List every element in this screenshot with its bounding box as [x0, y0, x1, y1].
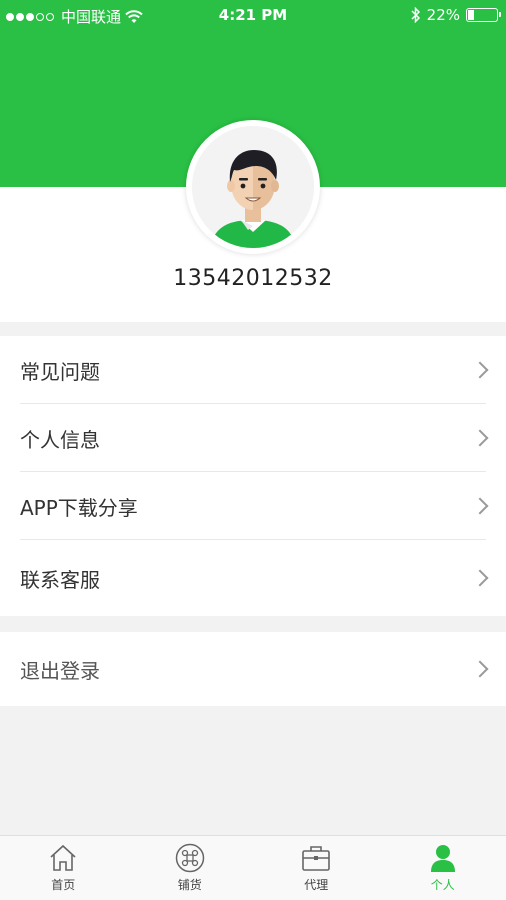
briefcase-icon — [302, 846, 331, 871]
logout-section: 退出登录 — [0, 632, 506, 706]
menu-item-label: 常见问题 — [20, 359, 100, 384]
menu-item-faq[interactable]: 常见问题 — [20, 336, 489, 404]
phone-number: 13542012532 — [173, 266, 333, 291]
chevron-right-icon — [471, 429, 489, 447]
tab-personal[interactable]: 个人 — [380, 836, 506, 900]
battery-icon — [466, 8, 501, 22]
menu-item-app-share[interactable]: APP下载分享 — [20, 472, 489, 540]
menu-item-customer-service[interactable]: 联系客服 — [20, 540, 489, 616]
menu-item-label: 联系客服 — [20, 567, 100, 592]
tab-agent[interactable]: 代理 — [253, 836, 380, 900]
avatar[interactable] — [186, 120, 320, 254]
tab-home[interactable]: 首页 — [0, 836, 127, 900]
tab-label: 个人 — [430, 878, 455, 892]
tab-label: 代理 — [304, 878, 329, 892]
logout-button[interactable]: 退出登录 — [20, 632, 489, 706]
home-icon — [50, 844, 76, 871]
tab-distribution[interactable]: 铺货 — [127, 836, 254, 900]
settings-menu: 常见问题 个人信息 APP下载分享 联系客服 — [0, 336, 506, 616]
bluetooth-icon — [411, 7, 420, 23]
tab-label: 首页 — [51, 878, 76, 892]
chevron-right-icon — [471, 497, 489, 515]
menu-item-label: 个人信息 — [20, 427, 100, 452]
chevron-right-icon — [471, 660, 489, 678]
person-icon — [430, 845, 455, 872]
logout-label: 退出登录 — [20, 658, 100, 683]
bottom-tab-bar: 首页 铺货 代理 个人 — [0, 835, 506, 900]
tab-label: 铺货 — [177, 878, 202, 892]
battery-group: 22% — [411, 6, 501, 24]
battery-fill — [468, 10, 475, 20]
command-icon — [175, 843, 204, 873]
chevron-right-icon — [471, 569, 489, 587]
battery-percent: 22% — [426, 6, 460, 24]
menu-item-label: APP下载分享 — [20, 495, 138, 520]
avatar-image — [192, 126, 314, 248]
status-bar: 中国联通 4:21 PM 22% — [0, 0, 506, 30]
menu-item-profile-info[interactable]: 个人信息 — [20, 404, 489, 472]
chevron-right-icon — [471, 361, 489, 379]
